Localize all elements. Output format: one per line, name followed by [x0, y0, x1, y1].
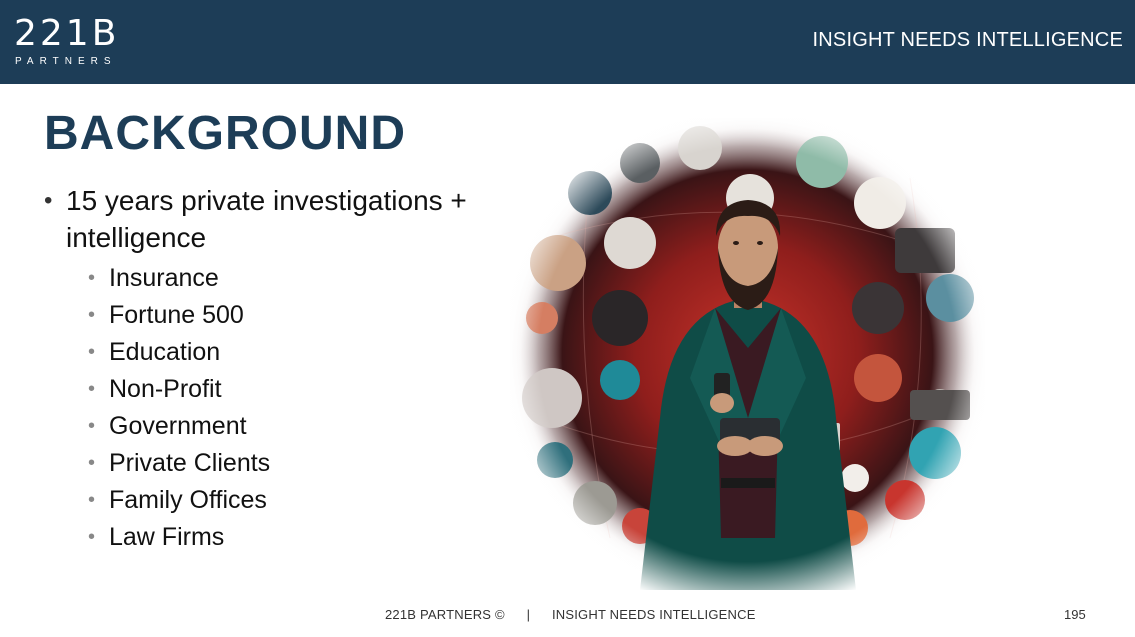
page-number: 195 [1064, 607, 1086, 622]
logo-mark: 221B [14, 13, 120, 54]
sub-bullet-private-clients: Private Clients [88, 445, 514, 482]
footer-company: 221B PARTNERS © [385, 607, 505, 622]
sub-bullet-list: Insurance Fortune 500 Education Non-Prof… [88, 260, 514, 556]
sub-bullet-fortune-500: Fortune 500 [88, 297, 514, 334]
company-logo[interactable]: 221B PARTNERS [14, 14, 134, 70]
investigator-illustration [510, 118, 985, 590]
main-bullet: 15 years private investigations + intell… [44, 182, 514, 256]
sub-bullet-education: Education [88, 334, 514, 371]
slide-title: BACKGROUND [44, 107, 406, 160]
sub-bullet-insurance: Insurance [88, 260, 514, 297]
logo-subtitle: PARTNERS [15, 56, 117, 67]
bullet-list: 15 years private investigations + intell… [44, 182, 514, 556]
header-tagline: INSIGHT NEEDS INTELLIGENCE [812, 29, 1123, 51]
footer: 221B PARTNERS © | INSIGHT NEEDS INTELLIG… [385, 607, 756, 622]
footer-separator: | [526, 607, 531, 622]
illustration-svg [510, 118, 985, 590]
header-bar: 221B PARTNERS INSIGHT NEEDS INTELLIGENCE [0, 0, 1135, 84]
sub-bullet-law-firms: Law Firms [88, 519, 514, 556]
illustration-vignette [510, 118, 985, 590]
sub-bullet-family-offices: Family Offices [88, 482, 514, 519]
sub-bullet-government: Government [88, 408, 514, 445]
sub-bullet-non-profit: Non-Profit [88, 371, 514, 408]
footer-tagline: INSIGHT NEEDS INTELLIGENCE [551, 607, 756, 622]
